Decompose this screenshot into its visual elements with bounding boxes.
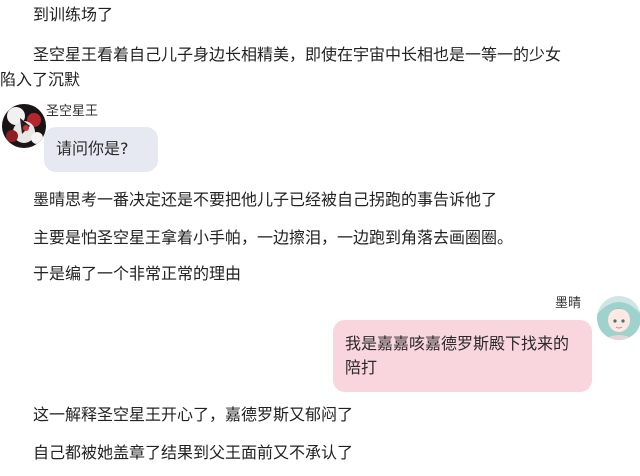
- narration-line: 自己都被她盖章了结果到父王面前又不承认了: [33, 443, 354, 462]
- message-text: 请问你是?: [56, 139, 129, 158]
- sender-name: 墨晴: [555, 296, 582, 311]
- narration-line: 主要是怕圣空星王拿着小手帕，一边擦泪，一边跑到角落去画圈圈。: [33, 228, 514, 247]
- narration-line: 墨晴思考一番决定还是不要把他儿子已经被自己拐跑的事告诉他了: [33, 190, 498, 209]
- message-bubble: 请问你是?: [44, 127, 158, 172]
- message-bubble: 我是嘉嘉咳嘉德罗斯殿下找来的陪打: [333, 320, 592, 392]
- avatar: [597, 296, 640, 340]
- narration-line: 到训练场了: [33, 5, 114, 24]
- narration-line: 陷入了沉默: [0, 70, 81, 89]
- narration-line: 圣空星王看着自己儿子身边长相精美，即使在宇宙中长相也是一等一的少女: [33, 45, 562, 64]
- narration-line: 这一解释圣空星王开心了，嘉德罗斯又郁闷了: [33, 405, 354, 424]
- avatar: [2, 104, 46, 148]
- narration-line: 于是编了一个非常正常的理由: [33, 264, 242, 283]
- sender-name: 圣空星王: [46, 104, 99, 119]
- message-text: 我是嘉嘉咳嘉德罗斯殿下找来的陪打: [345, 334, 570, 377]
